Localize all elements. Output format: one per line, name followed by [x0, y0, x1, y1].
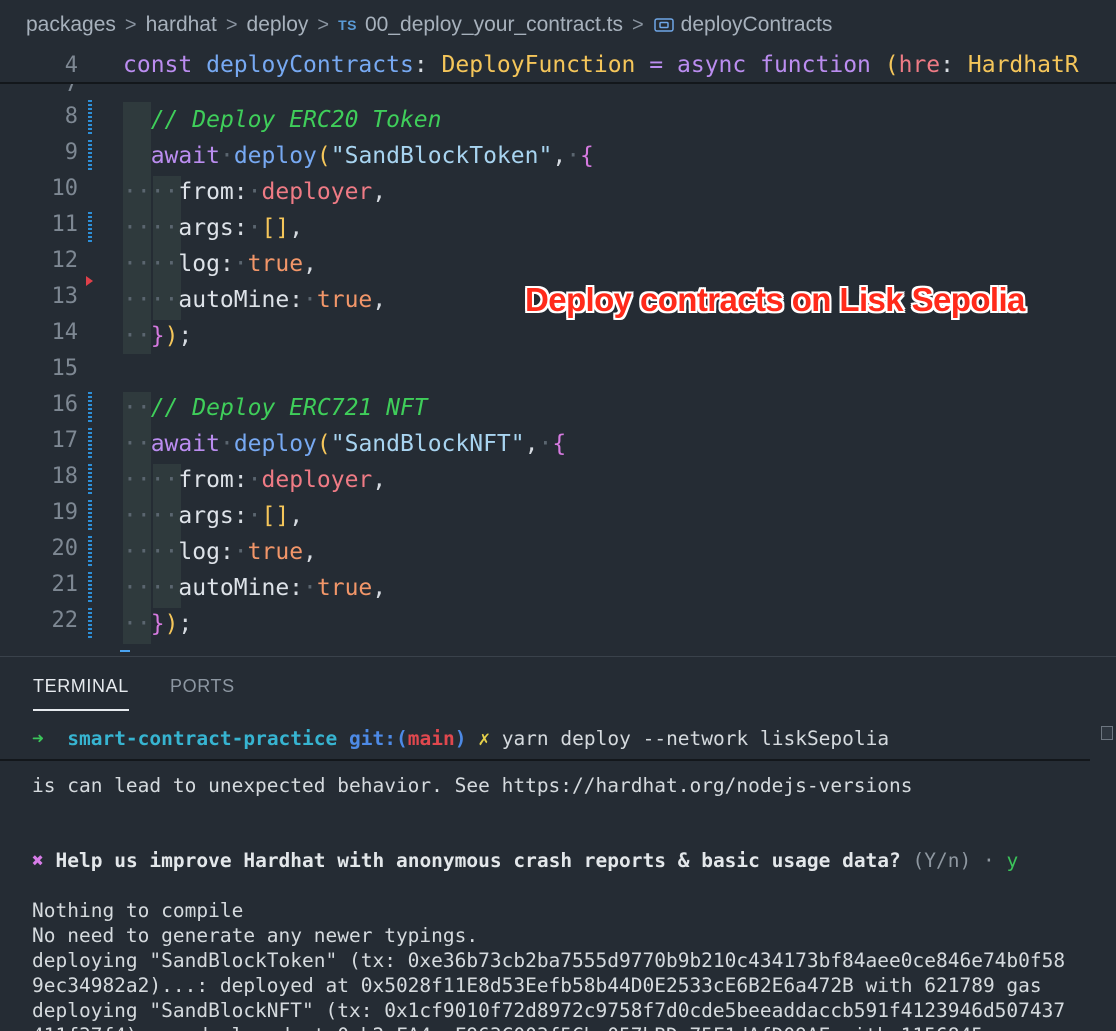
code-text: ··await·deploy("SandBlockToken",·{ — [123, 143, 594, 169]
terminal-line: No need to generate any newer typings. — [32, 924, 479, 947]
git-modified-indicator — [88, 392, 92, 424]
code-line: 8 ··// Deploy ERC20 Token — [0, 102, 1116, 138]
code-line: 14 ··}); — [0, 318, 1116, 354]
line-number: 21 — [51, 572, 79, 597]
line-number: 11 — [51, 212, 79, 237]
code-line: 22 ··}); — [0, 606, 1116, 642]
code-text: ··// Deploy ERC20 Token — [123, 107, 442, 133]
code-line: 17 ··await·deploy("SandBlockNFT",·{ — [0, 426, 1116, 462]
prompt-arrow-icon: ➜ — [32, 727, 44, 750]
line-number: 13 — [51, 284, 79, 309]
code-line: 20 ····log:·true, — [0, 534, 1116, 570]
sticky-scroll-line[interactable]: 4 const deployContracts: DeployFunction … — [0, 46, 1116, 84]
breadcrumb-item-packages[interactable]: packages — [26, 13, 116, 37]
git-modified-indicator — [88, 464, 92, 496]
git-modified-indicator — [88, 104, 92, 136]
line-number: 18 — [51, 464, 79, 489]
terminal-sticky-prompt: ➜ smart-contract-practice git:(main) ✗ y… — [0, 725, 1090, 761]
git-modified-indicator — [88, 536, 92, 568]
prompt-directory: smart-contract-practice — [67, 727, 338, 750]
chevron-right-icon: > — [225, 13, 238, 36]
tab-ports[interactable]: PORTS — [170, 676, 235, 697]
git-modified-indicator — [88, 500, 92, 532]
line-number: 16 — [51, 392, 79, 417]
code-text: ····log:·true, — [123, 251, 317, 277]
git-modified-indicator — [88, 140, 92, 172]
terminal-output[interactable]: is can lead to unexpected behavior. See … — [0, 715, 1116, 1031]
line-number: 22 — [51, 608, 79, 633]
code-text: const deployContracts: DeployFunction = … — [123, 52, 1079, 78]
code-line: 16 ··// Deploy ERC721 NFT — [0, 390, 1116, 426]
line-number: 10 — [51, 176, 79, 201]
breadcrumb-item-symbol[interactable]: deployContracts — [681, 13, 833, 37]
line-number: 20 — [51, 536, 79, 561]
code-line: 12 ····log:·true, — [0, 246, 1116, 282]
annotation-overlay: Deploy contracts on Lisk Sepolia — [525, 281, 1025, 318]
git-modified-indicator — [88, 572, 92, 604]
line-number: 8 — [64, 104, 78, 129]
line-number: 12 — [51, 248, 79, 273]
chevron-right-icon: > — [124, 13, 137, 36]
line-number: 15 — [51, 356, 79, 381]
code-text: ····from:·deployer, — [123, 467, 387, 493]
code-line: 15 — [0, 354, 1116, 390]
git-modified-indicator — [88, 608, 92, 640]
code-text: ····log:·true, — [123, 539, 317, 565]
git-modified-indicator — [88, 428, 92, 460]
bottom-panel: TERMINAL PORTS is can lead to unexpected… — [0, 656, 1116, 1031]
code-line: 21 ····autoMine:·true, — [0, 570, 1116, 606]
code-text: ····autoMine:·true, — [123, 287, 387, 313]
tab-terminal[interactable]: TERMINAL — [33, 676, 129, 711]
prompt-branch: main — [407, 727, 455, 750]
code-text: ··await·deploy("SandBlockNFT",·{ — [123, 431, 567, 457]
git-deleted-indicator[interactable] — [86, 276, 93, 286]
panel-tabs: TERMINAL PORTS — [0, 657, 1116, 715]
terminal-line: is can lead to unexpected behavior. See … — [32, 774, 913, 797]
terminal-line: deploying "SandBlockNFT" (tx: 0x1cf9010f… — [32, 999, 1066, 1022]
code-text: ··}); — [123, 323, 193, 349]
terminal-line: 9ec34982a2)...: deployed at 0x5028f11E8d… — [32, 974, 1042, 997]
code-line: 9 ··await·deploy("SandBlockToken",·{ — [0, 138, 1116, 174]
terminal-line: ✖ Help us improve Hardhat with anonymous… — [32, 849, 1019, 872]
code-editor[interactable]: 7 8 ··// Deploy ERC20 Token 9 ··await·de… — [0, 84, 1116, 656]
code-line: 10 ····from:·deployer, — [0, 174, 1116, 210]
line-number: 17 — [51, 428, 79, 453]
terminal-scrollbar-marker[interactable] — [1101, 726, 1113, 740]
line-number: 7 — [64, 84, 78, 97]
code-line: 11 ····args:·[], — [0, 210, 1116, 246]
breadcrumb-item-hardhat[interactable]: hardhat — [146, 13, 217, 37]
chevron-right-icon: > — [631, 13, 644, 36]
code-text: ····args:·[], — [123, 215, 304, 241]
line-number: 4 — [64, 53, 78, 78]
terminal-line: Nothing to compile — [32, 899, 244, 922]
line-number: 9 — [64, 140, 78, 165]
terminal-prompt-line: ➜ smart-contract-practice git:(main) ✗ y… — [32, 727, 890, 750]
line-number: 14 — [51, 320, 79, 345]
code-text: ··// Deploy ERC721 NFT — [123, 395, 428, 421]
prompt-command: yarn deploy --network liskSepolia — [501, 727, 890, 750]
terminal-line: deploying "SandBlockToken" (tx: 0xe36b73… — [32, 949, 1066, 972]
code-line: 19 ····args:·[], — [0, 498, 1116, 534]
git-modified-indicator — [88, 212, 92, 244]
symbol-variable-icon — [653, 17, 675, 33]
line-number: 19 — [51, 500, 79, 525]
code-text: ····from:·deployer, — [123, 179, 387, 205]
code-text: ··}); — [123, 611, 193, 637]
breadcrumb: packages > hardhat > deploy > TS 00_depl… — [0, 0, 1116, 50]
chevron-right-icon: > — [317, 13, 330, 36]
breadcrumb-item-deploy[interactable]: deploy — [247, 13, 309, 37]
code-text: ····args:·[], — [123, 503, 304, 529]
terminal-line: 411f37f4)...: deployed at 0xb2cFA4aeF963… — [32, 1023, 1030, 1031]
code-text: ····autoMine:·true, — [123, 575, 387, 601]
prompt-dirty-icon: ✗ — [478, 727, 490, 750]
breadcrumb-item-file[interactable]: 00_deploy_your_contract.ts — [365, 13, 623, 37]
typescript-file-icon: TS — [338, 17, 357, 33]
code-line: 18 ····from:·deployer, — [0, 462, 1116, 498]
